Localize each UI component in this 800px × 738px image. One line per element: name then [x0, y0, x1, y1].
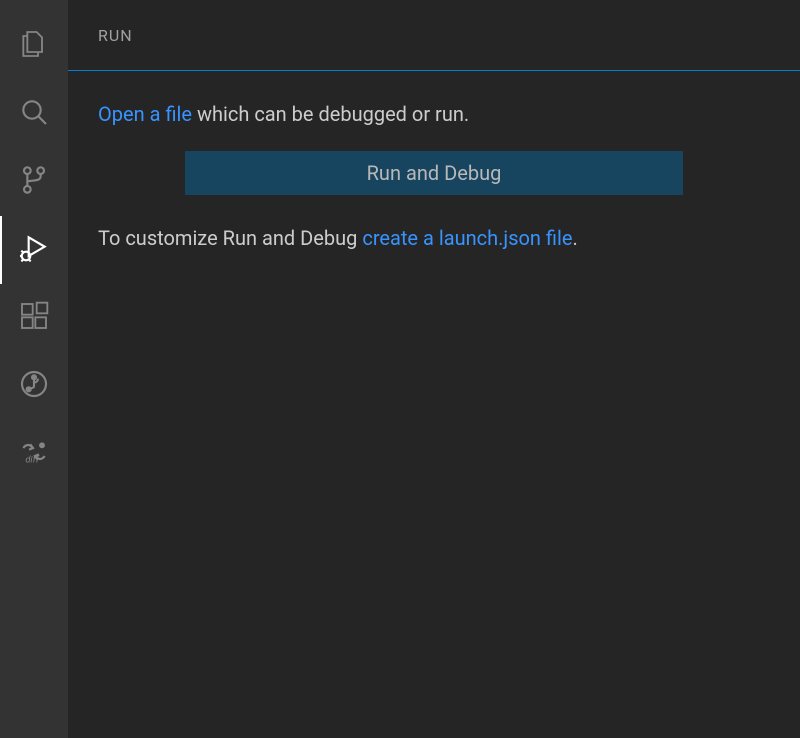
activity-bar: diff [0, 0, 68, 738]
intro-text-rest: which can be debugged or run. [192, 102, 469, 126]
activity-git-graph[interactable] [0, 352, 68, 420]
open-file-link[interactable]: Open a file [98, 102, 192, 126]
activity-explorer[interactable] [0, 12, 68, 80]
extensions-icon [18, 300, 50, 336]
panel-header: RUN [68, 0, 800, 70]
activity-source-control[interactable] [0, 148, 68, 216]
git-graph-icon [18, 368, 50, 404]
create-launch-json-link[interactable]: create a launch.json file [362, 226, 572, 250]
customize-text: To customize Run and Debug create a laun… [98, 223, 770, 253]
run-panel-body: Open a file which can be debugged or run… [68, 71, 800, 281]
activity-extensions[interactable] [0, 284, 68, 352]
source-control-icon [18, 164, 50, 200]
run-panel: Open a file which can be debugged or run… [68, 70, 800, 738]
activity-run-debug[interactable] [0, 216, 68, 284]
panel-title: RUN [98, 26, 133, 45]
svg-text:diff: diff [25, 455, 39, 466]
run-debug-icon [18, 232, 50, 268]
customize-suffix: . [572, 226, 577, 250]
run-and-debug-button[interactable]: Run and Debug [185, 151, 682, 195]
intro-text: Open a file which can be debugged or run… [98, 99, 770, 129]
activity-diff[interactable]: diff [0, 420, 68, 488]
files-icon [18, 28, 50, 64]
diff-icon: diff [18, 436, 50, 472]
search-icon [18, 96, 50, 132]
activity-search[interactable] [0, 80, 68, 148]
customize-prefix: To customize Run and Debug [98, 226, 362, 250]
